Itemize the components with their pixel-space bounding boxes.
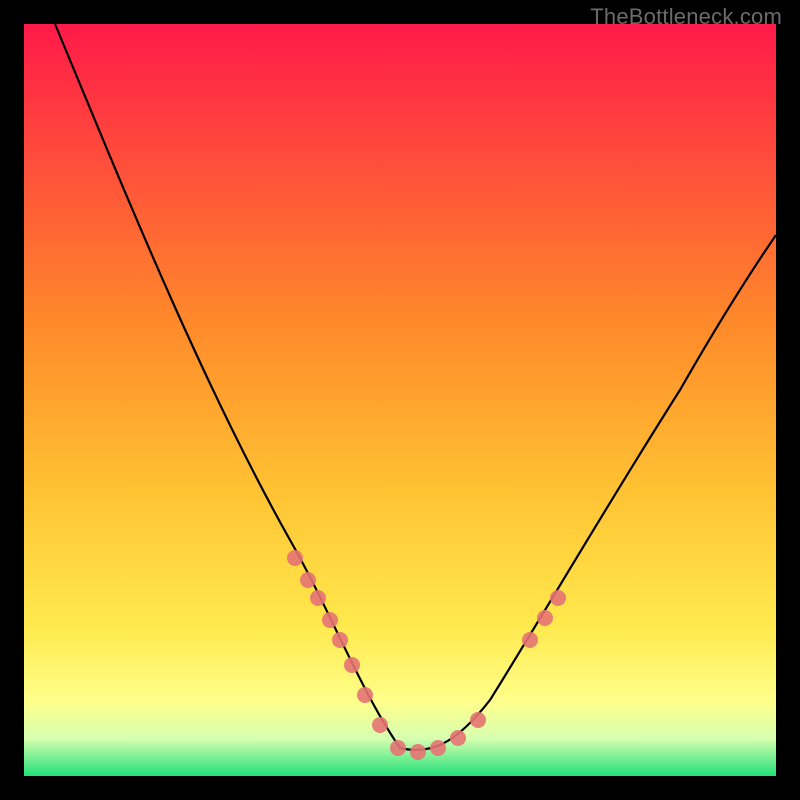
- plot-area: [24, 24, 776, 776]
- marker-dot: [550, 590, 566, 606]
- marker-dot: [372, 717, 388, 733]
- marker-dot: [344, 657, 360, 673]
- chart-svg: [0, 0, 800, 800]
- marker-dot: [450, 730, 466, 746]
- marker-dot: [430, 740, 446, 756]
- chart-stage: TheBottleneck.com: [0, 0, 800, 800]
- marker-dot: [522, 632, 538, 648]
- marker-dot: [410, 744, 426, 760]
- marker-dot: [470, 712, 486, 728]
- watermark-text: TheBottleneck.com: [590, 4, 782, 30]
- marker-dot: [322, 612, 338, 628]
- marker-dot: [287, 550, 303, 566]
- gradient-background: [24, 24, 776, 776]
- marker-dot: [332, 632, 348, 648]
- marker-dot: [310, 590, 326, 606]
- marker-dot: [390, 740, 406, 756]
- marker-dot: [357, 687, 373, 703]
- marker-dot: [300, 572, 316, 588]
- marker-dot: [537, 610, 553, 626]
